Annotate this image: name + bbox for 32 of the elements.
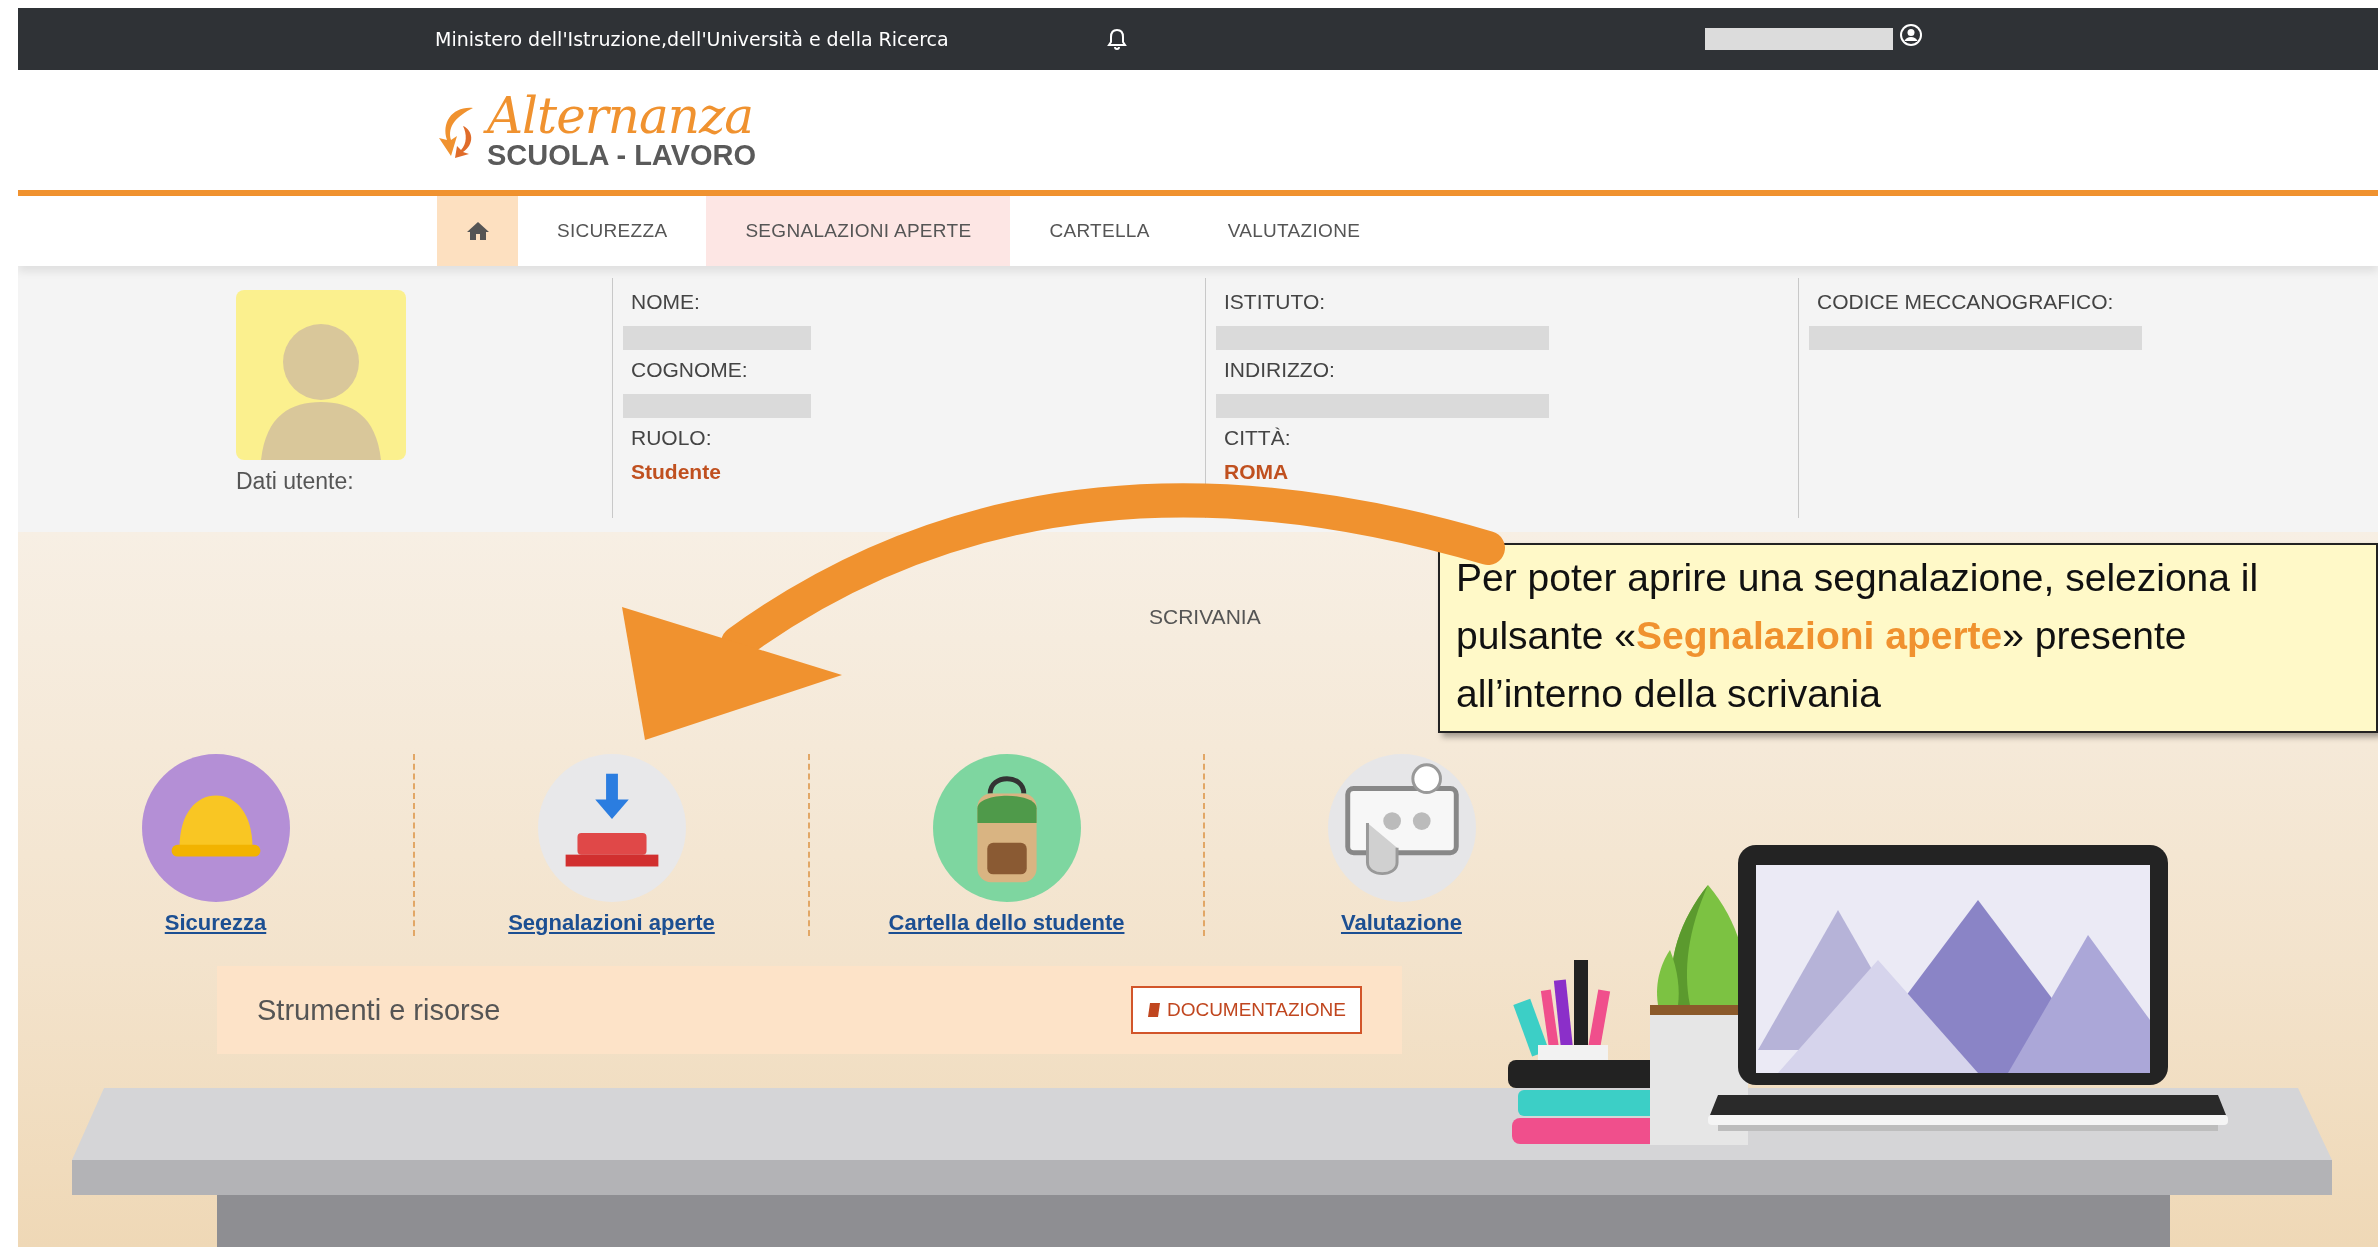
user-data-caption: Dati utente: <box>236 468 354 495</box>
field-value: ROMA <box>1224 460 1289 484</box>
nav-tab[interactable]: SEGNALAZIONI APERTE <box>706 196 1011 266</box>
field-label: COGNOME: <box>631 358 748 383</box>
shortcut-link[interactable]: Cartella dello studente <box>888 910 1125 936</box>
shortcut-link[interactable]: Valutazione <box>1340 910 1462 936</box>
ministry-name: Ministero dell'Istruzione,dell'Università e della Ricerca <box>435 28 950 50</box>
field-value: Studente <box>631 460 721 484</box>
download-tray-icon[interactable] <box>537 754 686 902</box>
book-icon <box>1146 1002 1161 1018</box>
field-label: CODICE MECCANOGRAFICO: <box>1817 290 2114 315</box>
nav-tab[interactable]: CARTELLA <box>1010 196 1189 266</box>
documentation-button[interactable]: DOCUMENTAZIONE <box>1130 986 1362 1034</box>
house-icon <box>465 221 490 241</box>
field-label: NOME: <box>631 290 700 315</box>
field-label: RUOLO: <box>631 426 712 451</box>
field-label: ISTITUTO: <box>1224 290 1326 315</box>
nav-tab[interactable]: VALUTAZIONE <box>1188 196 1400 266</box>
desk-title: SCRIVANIA <box>1149 605 1261 629</box>
bell-icon[interactable] <box>1107 28 1127 50</box>
tools-title: Strumenti e risorse <box>257 993 501 1027</box>
field-label: INDIRIZZO: <box>1224 358 1335 383</box>
nav-tab[interactable]: SICUREZZA <box>518 196 707 266</box>
callout-note: Per poter aprire una segnalazione, seleziona il pulsante «Segnalazioni aperte» presente all’interno della scrivania <box>1438 543 2378 733</box>
field-label: CITTÀ: <box>1224 426 1291 451</box>
shortcut-link[interactable]: Segnalazioni aperte <box>508 910 715 936</box>
home-tab[interactable] <box>437 196 518 266</box>
shortcut-link[interactable]: Sicurezza <box>164 910 267 936</box>
logo-subtitle: SCUOLA - LAVORO <box>487 140 757 170</box>
touchscreen-icon[interactable] <box>1327 754 1476 902</box>
backpack-icon[interactable] <box>932 754 1081 902</box>
user-icon[interactable] <box>1899 23 1923 47</box>
